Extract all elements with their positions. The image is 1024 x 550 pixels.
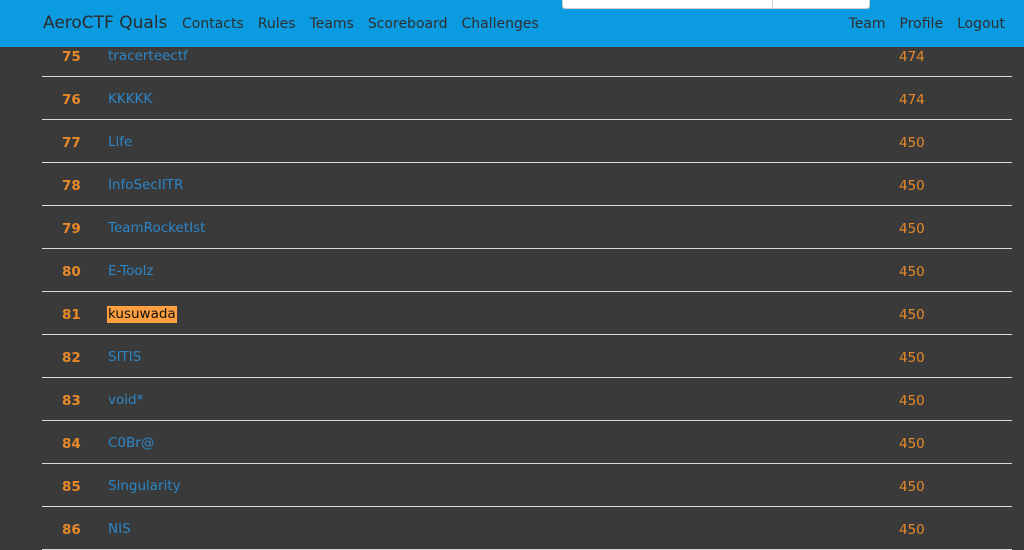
score-cell: 450 <box>899 221 925 237</box>
team-link[interactable]: TeamRocketIst <box>108 220 205 237</box>
team-link[interactable]: SITIS <box>108 349 141 366</box>
rank-cell: 78 <box>62 178 81 194</box>
nav-challenges[interactable]: Challenges <box>461 15 538 33</box>
team-link[interactable]: kusuwada <box>107 306 177 323</box>
rank-cell: 80 <box>62 264 81 280</box>
brand-link[interactable]: AeroCTF Quals <box>43 13 167 33</box>
score-cell: 450 <box>899 178 925 194</box>
nav-left-links: Contacts Rules Teams Scoreboard Challeng… <box>182 15 553 33</box>
rank-cell: 84 <box>62 436 81 452</box>
scoreboard-table: 75 tracerteectf 474 76 KKKKK 474 77 Life 450 78 In… <box>42 34 1012 550</box>
score-cell: 450 <box>899 307 925 323</box>
score-cell: 450 <box>899 522 925 538</box>
table-row: 81 kusuwada 450 <box>42 292 1012 335</box>
rank-cell: 81 <box>62 307 81 323</box>
table-row: 84 C0Br@ 450 <box>42 421 1012 464</box>
team-link[interactable]: InfoSecIITR <box>108 177 183 194</box>
score-cell: 450 <box>899 135 925 151</box>
team-link[interactable]: E-Toolz <box>108 263 153 280</box>
nav-teams[interactable]: Teams <box>310 15 354 33</box>
table-row: 78 InfoSecIITR 450 <box>42 163 1012 206</box>
table-row: 79 TeamRocketIst 450 <box>42 206 1012 249</box>
score-cell: 450 <box>899 436 925 452</box>
table-row: 83 void* 450 <box>42 378 1012 421</box>
nav-logout[interactable]: Logout <box>957 15 1005 33</box>
table-row: 82 SITIS 450 <box>42 335 1012 378</box>
team-link[interactable]: C0Br@ <box>108 435 154 452</box>
team-link[interactable]: tracerteectf <box>108 48 188 65</box>
table-row: 80 E-Toolz 450 <box>42 249 1012 292</box>
table-row: 77 Life 450 <box>42 120 1012 163</box>
nav-contacts[interactable]: Contacts <box>182 15 244 33</box>
nav-right-links: Team Profile Logout <box>835 15 1005 33</box>
score-cell: 450 <box>899 393 925 409</box>
table-row: 85 Singularity 450 <box>42 464 1012 507</box>
team-link[interactable]: Singularity <box>108 478 181 495</box>
nav-team[interactable]: Team <box>849 15 886 33</box>
table-row: 86 NIS 450 <box>42 507 1012 550</box>
dropdown-divider <box>772 0 773 8</box>
rank-cell: 86 <box>62 522 81 538</box>
dropdown-panel[interactable] <box>562 0 870 9</box>
score-cell: 450 <box>899 479 925 495</box>
rank-cell: 85 <box>62 479 81 495</box>
rank-cell: 75 <box>62 49 81 65</box>
rank-cell: 77 <box>62 135 81 151</box>
team-link[interactable]: KKKKK <box>108 91 152 108</box>
score-cell: 474 <box>899 49 925 65</box>
top-navbar: AeroCTF Quals Contacts Rules Teams Score… <box>0 0 1024 47</box>
team-link[interactable]: NIS <box>108 521 131 538</box>
nav-profile[interactable]: Profile <box>900 15 944 33</box>
rank-cell: 83 <box>62 393 81 409</box>
team-link[interactable]: Life <box>108 134 132 151</box>
rank-cell: 79 <box>62 221 81 237</box>
nav-rules[interactable]: Rules <box>258 15 296 33</box>
score-cell: 450 <box>899 350 925 366</box>
rank-cell: 82 <box>62 350 81 366</box>
team-link[interactable]: void* <box>108 392 143 409</box>
score-cell: 474 <box>899 92 925 108</box>
nav-scoreboard[interactable]: Scoreboard <box>368 15 448 33</box>
score-cell: 450 <box>899 264 925 280</box>
rank-cell: 76 <box>62 92 81 108</box>
table-row: 76 KKKKK 474 <box>42 77 1012 120</box>
